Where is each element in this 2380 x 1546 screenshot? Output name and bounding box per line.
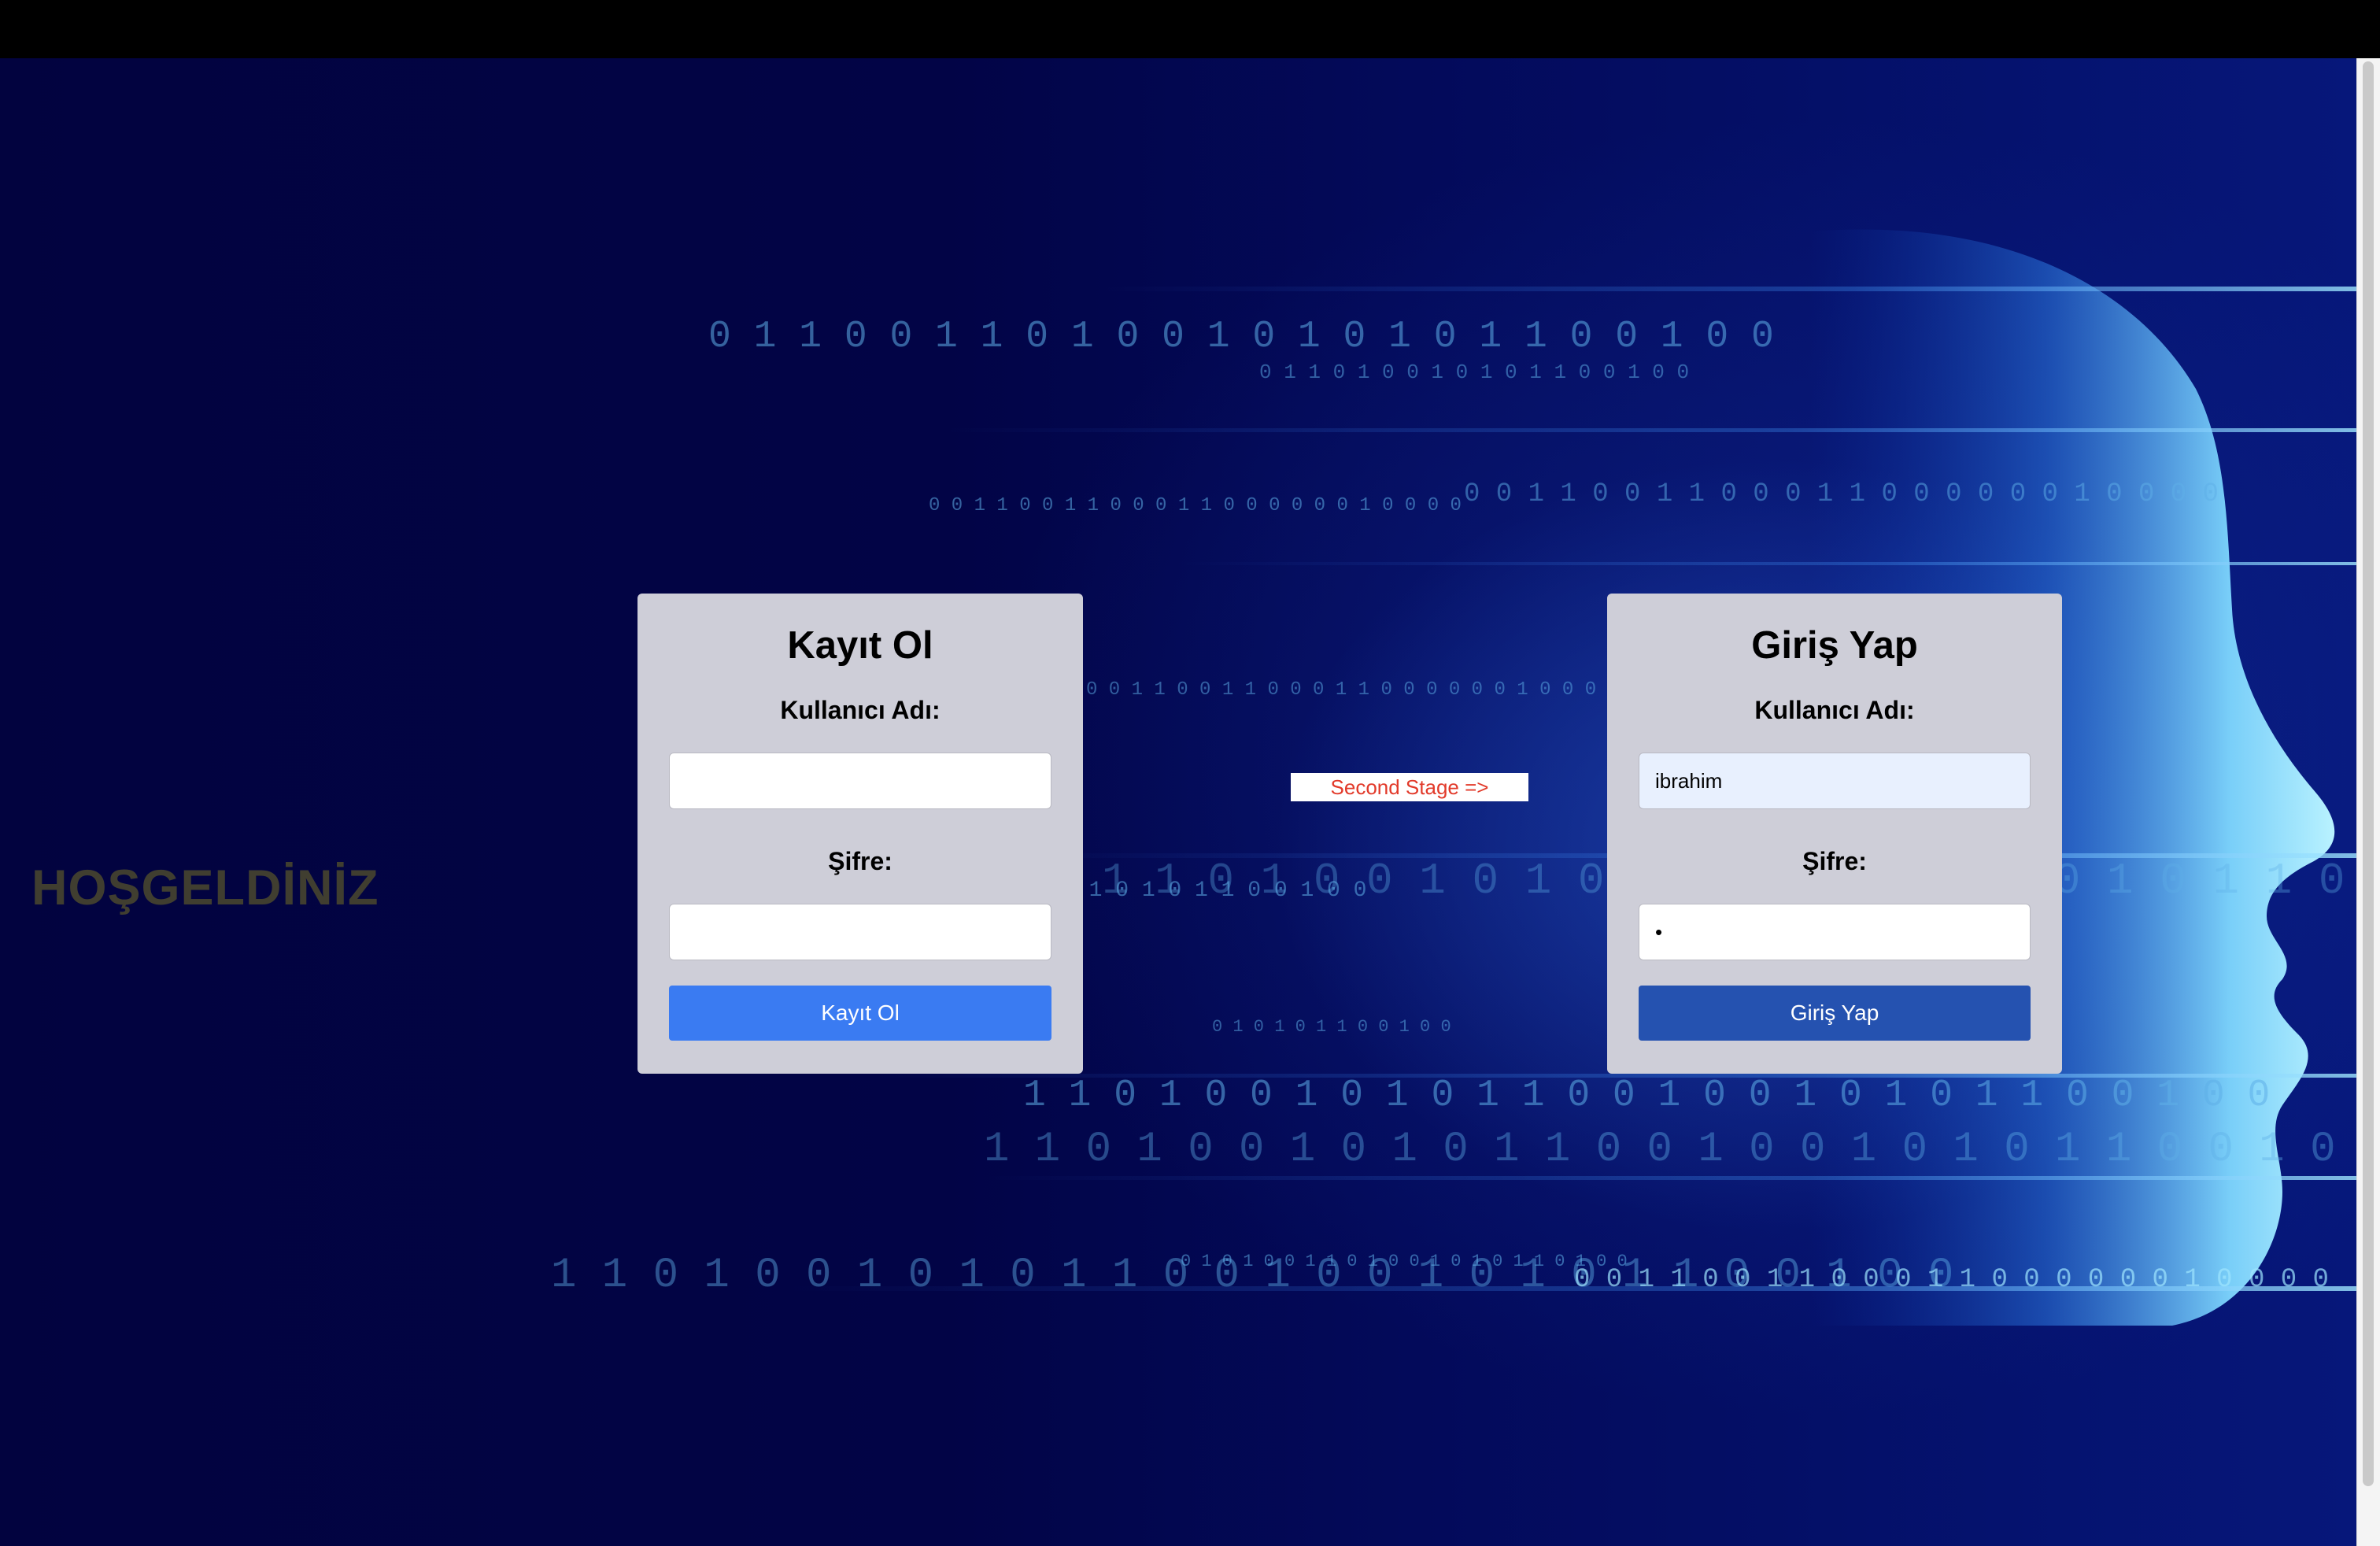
binary-row: 1 1 0 1 0 0 1 0 1 0 1 1 0 0 1 0 0 1 0 1 … <box>1023 1074 2270 1117</box>
register-password-input[interactable] <box>669 904 1051 960</box>
register-username-label: Kullanıcı Adı: <box>780 696 941 724</box>
binary-row: 1 1 0 1 0 0 1 0 1 0 1 1 0 0 1 0 0 1 0 1 … <box>984 1126 2356 1174</box>
binary-row: 0 0 1 1 0 0 1 1 0 0 0 1 1 0 0 0 0 0 0 1 … <box>1086 679 1619 701</box>
light-streak <box>1181 562 2356 565</box>
register-username-input[interactable] <box>669 753 1051 809</box>
binary-row: 0 1 1 0 1 0 0 1 0 1 0 1 1 0 0 1 0 0 <box>1259 361 1689 384</box>
second-stage-link[interactable]: Second Stage => <box>1291 773 1528 801</box>
binary-row: 0 0 1 1 0 0 1 1 0 0 0 1 1 0 0 0 0 0 0 1 … <box>929 495 1462 516</box>
login-password-input[interactable] <box>1639 904 2031 960</box>
vertical-scrollbar[interactable] <box>2356 58 2380 1546</box>
login-title: Giriş Yap <box>1751 624 1918 667</box>
binary-row: 0 1 0 1 0 1 1 0 0 1 0 0 <box>1212 1017 1451 1037</box>
register-button[interactable]: Kayıt Ol <box>669 986 1051 1041</box>
binary-row: 0 1 0 1 0 1 1 0 0 1 0 0 <box>1062 878 1366 903</box>
binary-row: 0 0 1 1 0 0 1 1 0 0 0 1 1 0 0 0 0 0 0 1 … <box>1574 1265 2329 1295</box>
light-streak <box>944 428 2356 432</box>
scrollbar-thumb[interactable] <box>2363 61 2374 1486</box>
binary-row: 0 0 1 1 0 0 1 1 0 0 0 1 1 0 0 0 0 0 0 1 … <box>1464 479 2219 509</box>
login-button[interactable]: Giriş Yap <box>1639 986 2031 1041</box>
register-password-label: Şifre: <box>828 847 893 875</box>
register-panel: Kayıt Ol Kullanıcı Adı: Şifre: Kayıt Ol <box>638 594 1083 1074</box>
binary-row: 0 1 1 0 0 1 1 0 1 0 0 1 0 1 0 1 0 1 1 0 … <box>708 316 1774 358</box>
binary-row: 0 1 0 1 0 0 1 1 0 1 0 0 1 0 1 0 1 1 0 1 … <box>1181 1252 1628 1271</box>
light-streak <box>1102 287 2356 291</box>
login-username-label: Kullanıcı Adı: <box>1754 696 1915 724</box>
login-password-label: Şifre: <box>1802 847 1867 875</box>
light-streak <box>984 1176 2356 1180</box>
browser-top-bar <box>0 0 2380 58</box>
login-username-input[interactable] <box>1639 753 2031 809</box>
register-title: Kayıt Ol <box>787 624 933 667</box>
welcome-heading: HOŞGELDİNİZ <box>31 860 379 915</box>
login-panel: Giriş Yap Kullanıcı Adı: Şifre: Giriş Ya… <box>1607 594 2062 1074</box>
